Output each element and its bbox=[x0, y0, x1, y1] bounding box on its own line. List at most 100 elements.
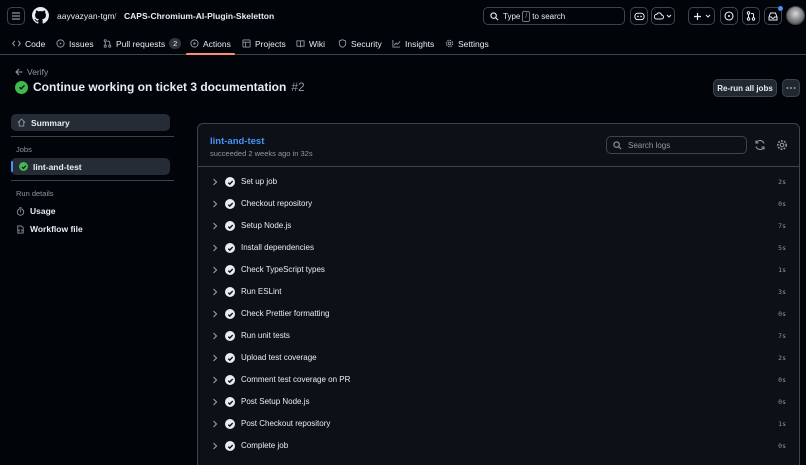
copilot-menu-button[interactable] bbox=[651, 7, 675, 25]
divider bbox=[11, 180, 174, 181]
chevron-right-icon[interactable] bbox=[211, 309, 219, 319]
tab-projects[interactable]: Projects bbox=[242, 33, 286, 54]
step-row[interactable]: Setup Node.js 7s bbox=[198, 217, 799, 235]
create-new-button[interactable] bbox=[688, 7, 715, 25]
rerun-all-jobs-button[interactable]: Re-run all jobs bbox=[713, 79, 777, 97]
step-duration: 0s bbox=[778, 310, 786, 318]
job-name[interactable]: lint-and-test bbox=[210, 136, 264, 147]
step-name: Run ESLint bbox=[241, 287, 282, 296]
step-row[interactable]: Post Setup Node.js 0s bbox=[198, 393, 799, 411]
step-duration: 7s bbox=[778, 332, 786, 340]
sidebar-item-summary[interactable]: Summary bbox=[11, 114, 170, 131]
book-icon bbox=[296, 40, 305, 48]
sidebar-item-label: Summary bbox=[31, 117, 70, 128]
step-name: Post Checkout repository bbox=[241, 419, 331, 428]
tab-settings[interactable]: Settings bbox=[445, 33, 489, 54]
success-check-icon bbox=[225, 177, 235, 187]
step-row[interactable]: Check Prettier formatting 0s bbox=[198, 305, 799, 323]
success-check-icon bbox=[225, 309, 235, 319]
step-row[interactable]: Run ESLint 3s bbox=[198, 283, 799, 301]
avatar[interactable] bbox=[786, 6, 805, 25]
step-row[interactable]: Complete job 0s bbox=[198, 437, 799, 455]
tab-pull-requests[interactable]: Pull requests 2 bbox=[103, 33, 182, 54]
chevron-right-icon[interactable] bbox=[211, 331, 219, 341]
step-row[interactable]: Post Checkout repository 1s bbox=[198, 415, 799, 433]
chevron-right-icon[interactable] bbox=[211, 221, 219, 231]
job-log-panel: lint-and-test succeeded 2 weeks ago in 3… bbox=[197, 123, 800, 465]
kebab-horizontal-icon bbox=[786, 87, 796, 89]
chevron-right-icon[interactable] bbox=[211, 419, 219, 429]
search-suffix: to search bbox=[532, 11, 566, 21]
inbox-button[interactable] bbox=[764, 6, 783, 25]
pull-requests-button[interactable] bbox=[742, 7, 760, 25]
tab-label: Projects bbox=[255, 38, 286, 49]
step-duration: 0s bbox=[778, 376, 786, 384]
repo-owner-link[interactable]: aayvazyan-tgm bbox=[57, 11, 115, 21]
sidebar-item-usage[interactable]: Usage bbox=[16, 206, 56, 216]
inbox-icon bbox=[768, 12, 778, 21]
github-logo-icon[interactable] bbox=[32, 7, 49, 24]
more-options-button[interactable] bbox=[782, 79, 800, 97]
search-icon bbox=[490, 11, 499, 20]
step-row[interactable]: Check TypeScript types 1s bbox=[198, 261, 799, 279]
step-row[interactable]: Checkout repository 0s bbox=[198, 195, 799, 213]
tab-actions[interactable]: Actions bbox=[186, 33, 235, 55]
copilot-button[interactable] bbox=[630, 7, 648, 25]
chevron-right-icon[interactable] bbox=[211, 375, 219, 385]
back-link-label: Verify bbox=[27, 67, 49, 77]
step-row[interactable]: Set up job 2s bbox=[198, 173, 799, 191]
pull-request-icon bbox=[746, 11, 756, 21]
tab-label: Issues bbox=[69, 38, 94, 49]
sidebar-item-workflow-file[interactable]: Workflow file bbox=[16, 224, 83, 234]
tab-security[interactable]: Security bbox=[338, 33, 382, 54]
success-check-icon bbox=[225, 221, 235, 231]
plus-icon bbox=[693, 12, 701, 20]
chevron-right-icon[interactable] bbox=[211, 265, 219, 275]
step-row[interactable]: Install dependencies 5s bbox=[198, 239, 799, 257]
step-duration: 1s bbox=[778, 420, 786, 428]
success-check-icon bbox=[225, 419, 235, 429]
refresh-icon[interactable] bbox=[754, 139, 766, 151]
divider bbox=[198, 166, 799, 167]
gear-icon[interactable] bbox=[776, 139, 788, 151]
step-name: Run unit tests bbox=[241, 331, 290, 340]
chevron-right-icon[interactable] bbox=[211, 243, 219, 253]
step-row[interactable]: Comment test coverage on PR 0s bbox=[198, 371, 799, 389]
success-check-icon bbox=[225, 353, 235, 363]
step-duration: 0s bbox=[778, 200, 786, 208]
step-duration: 0s bbox=[778, 442, 786, 450]
global-search-input[interactable]: Type / to search bbox=[483, 7, 625, 25]
chevron-right-icon[interactable] bbox=[211, 177, 219, 187]
tab-issues[interactable]: Issues bbox=[56, 33, 94, 54]
step-duration: 5s bbox=[778, 244, 786, 252]
chevron-right-icon[interactable] bbox=[211, 199, 219, 209]
sidebar-item-lint-and-test[interactable]: lint-and-test bbox=[11, 158, 170, 175]
tab-label: Code bbox=[25, 38, 46, 49]
step-name: Upload test coverage bbox=[241, 353, 317, 362]
tab-label: Settings bbox=[458, 38, 489, 49]
tab-wiki[interactable]: Wiki bbox=[296, 33, 325, 54]
search-logs-input[interactable]: Search logs bbox=[606, 136, 747, 154]
pull-requests-count-badge: 2 bbox=[169, 38, 182, 49]
chevron-right-icon[interactable] bbox=[211, 287, 219, 297]
search-shortcut-key: / bbox=[522, 10, 531, 22]
step-row[interactable]: Upload test coverage 2s bbox=[198, 349, 799, 367]
chevron-right-icon[interactable] bbox=[211, 397, 219, 407]
success-check-icon bbox=[225, 375, 235, 385]
back-to-workflow-link[interactable]: Verify bbox=[15, 67, 48, 77]
repo-name-link[interactable]: CAPS-Chromium-AI-Plugin-Skeletton bbox=[124, 11, 274, 21]
tab-insights[interactable]: Insights bbox=[392, 33, 434, 54]
chevron-right-icon[interactable] bbox=[211, 353, 219, 363]
issues-button[interactable] bbox=[720, 7, 738, 25]
run-number: #2 bbox=[291, 80, 305, 94]
jobs-heading: Jobs bbox=[16, 145, 32, 154]
step-duration: 3s bbox=[778, 288, 786, 296]
chevron-right-icon[interactable] bbox=[211, 441, 219, 451]
graph-icon bbox=[392, 39, 401, 48]
step-duration: 0s bbox=[778, 398, 786, 406]
step-row[interactable]: Run unit tests 7s bbox=[198, 327, 799, 345]
step-duration: 7s bbox=[778, 222, 786, 230]
run-title: Continue working on ticket 3 documentati… bbox=[33, 80, 287, 94]
tab-code[interactable]: Code bbox=[12, 33, 45, 54]
menu-button[interactable] bbox=[7, 7, 25, 25]
